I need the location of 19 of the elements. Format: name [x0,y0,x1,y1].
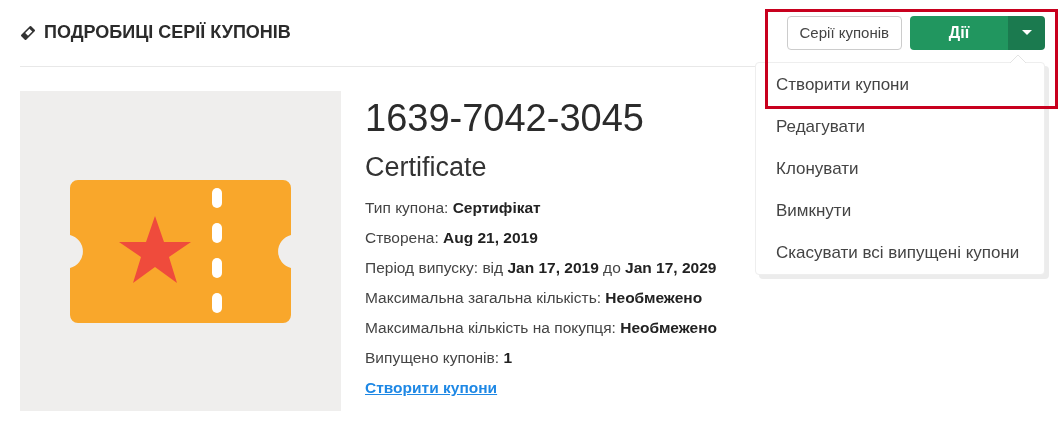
detail-line: Випущено купонів: 1 [365,348,514,369]
page-title: ПОДРОБИЦІ СЕРІЇ КУПОНІВ [44,22,291,44]
detail-line: Створена: Aug 21, 2019 [365,228,539,249]
coupon-name: Certificate [365,151,488,184]
detail-line: Максимальна загальна кількість: Необмежено [365,288,704,309]
series-button[interactable]: Серії купонів [786,16,902,50]
coupon-code: 1639-7042-3045 [365,99,645,137]
detail-line: Тип купона: Сертифікат [365,198,542,219]
detail-line: Період випуску: від Jan 17, 2019 до Jan 17, 2029 [365,258,718,279]
create-coupons-link[interactable]: Створити купони [365,379,498,397]
menu-item[interactable]: Вимкнути [756,190,1044,232]
menu-item[interactable]: Створити купони [756,64,1044,106]
actions-button[interactable]: Дії [910,16,1008,50]
menu-item[interactable]: Скасувати всі випущені купони [756,232,1044,274]
detail-line: Максимальна кількість на покупця: Необмежено [365,318,718,339]
menu-item[interactable]: Редагувати [756,106,1044,148]
menu-item[interactable]: Клонувати [756,148,1044,190]
dropdown-toggle-button[interactable] [1008,16,1045,50]
caret-icon [1021,30,1032,36]
